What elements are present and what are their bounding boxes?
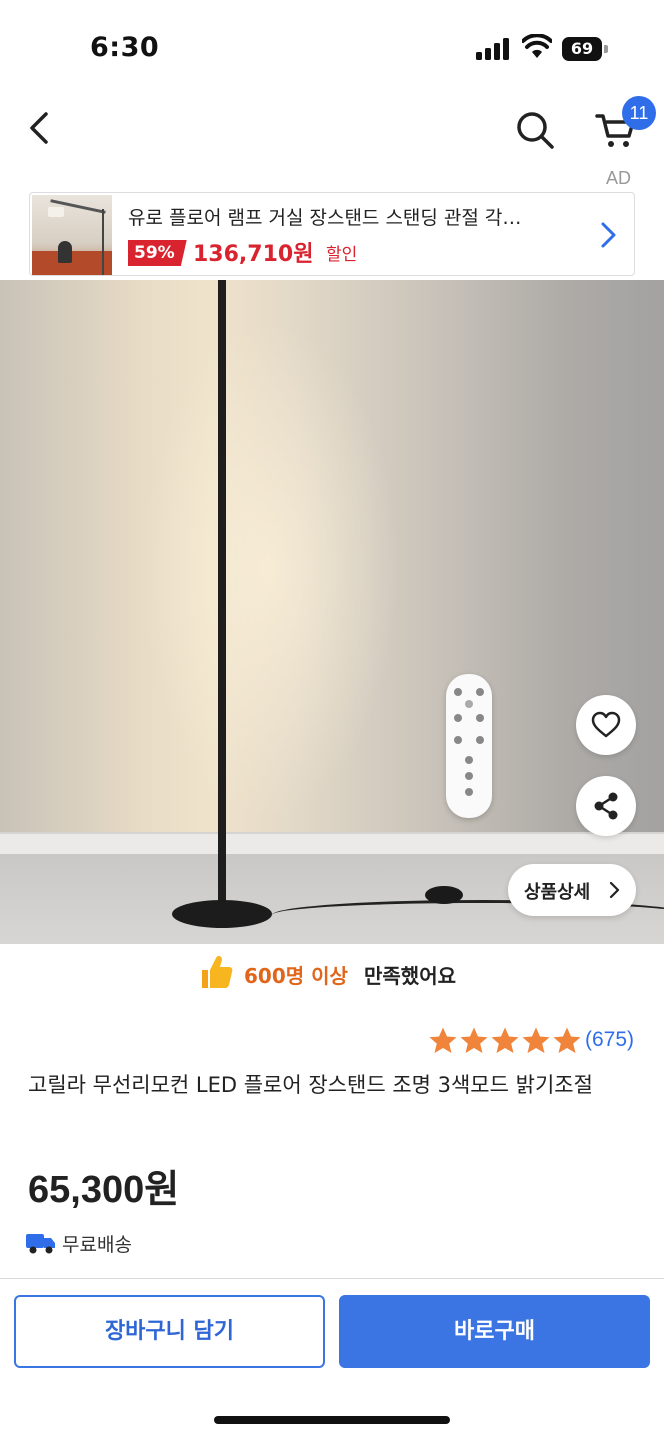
star-icon [429,1027,457,1053]
cellular-signal-icon [476,38,509,60]
share-icon [594,792,618,820]
thumbs-up-icon [202,955,233,988]
cart-count-badge: 11 [622,96,656,130]
chevron-right-icon [601,222,616,248]
satisfaction-count: 600명 이상 [244,964,348,988]
chevron-right-icon [609,881,620,899]
divider [0,1278,664,1279]
product-price: 65,300원 [28,1169,180,1211]
battery-icon: 69 [562,37,608,61]
product-detail-label: 상품상세 [524,882,591,903]
star-icon [460,1027,488,1053]
ad-title: 유로 플로어 램프 거실 장스탠드 스탠딩 관절 각… [128,207,522,229]
ad-product-thumbnail [32,195,112,275]
ad-sale-label: 할인 [326,245,358,265]
satisfaction-text: 만족했어요 [364,964,456,988]
delivery-truck-icon [26,1234,55,1254]
ad-banner[interactable]: 유로 플로어 램프 거실 장스탠드 스탠딩 관절 각… 59% 136,710원… [29,192,635,276]
star-icon [491,1027,519,1053]
wifi-icon [522,34,552,58]
shipping-info: 무료배송 [62,1234,132,1256]
status-bar: 6:30 69 [0,0,664,96]
ad-label: AD [606,168,632,188]
search-icon[interactable] [515,110,555,150]
wishlist-button[interactable] [576,695,636,755]
remote-control-image [446,674,492,818]
battery-level: 69 [562,37,602,61]
heart-icon [591,711,621,738]
product-detail-button[interactable]: 상품상세 [508,864,636,916]
ad-price: 136,710원 [193,242,314,267]
share-button[interactable] [576,776,636,836]
status-time: 6:30 [90,32,160,63]
product-title: 고릴라 무선리모컨 LED 플로어 장스탠드 조명 3색모드 밝기조절 [28,1073,593,1097]
add-to-cart-button[interactable]: 장바구니 담기 [14,1295,325,1368]
star-icon [553,1027,581,1053]
ad-discount-badge: 59% [128,240,187,266]
back-arrow-icon[interactable] [24,108,56,148]
star-icon [522,1027,550,1053]
home-indicator[interactable] [214,1416,450,1424]
product-image[interactable] [0,280,664,944]
review-count-link[interactable]: (675) [585,1028,634,1052]
buy-now-button[interactable]: 바로구매 [339,1295,650,1368]
